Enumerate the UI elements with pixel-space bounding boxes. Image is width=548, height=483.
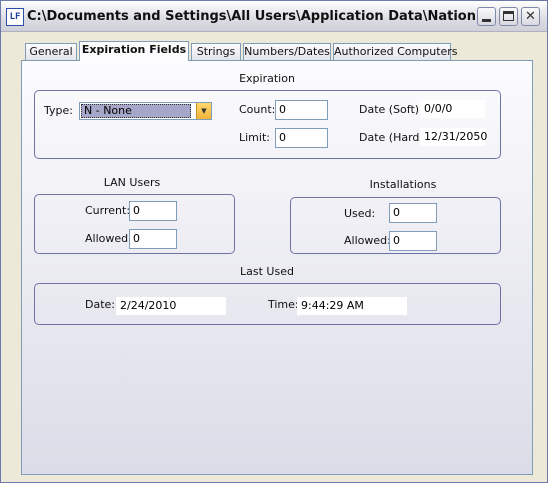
type-selected-value: N - None <box>81 104 191 118</box>
last-used-group: Date: 2/24/2010 Time: 9:44:29 AM <box>34 283 501 325</box>
date-hard-value: 12/31/2050 <box>420 128 487 146</box>
used-label: Used: <box>344 207 376 220</box>
close-button[interactable]: ✕ <box>521 7 540 26</box>
installations-allowed-label: Allowed: <box>344 234 391 247</box>
client-area: General Expiration Fields Strings Number… <box>4 32 544 479</box>
tab-strings[interactable]: Strings <box>191 43 241 60</box>
app-icon: LF <box>6 8 24 26</box>
tab-general[interactable]: General <box>25 43 77 60</box>
current-field[interactable]: 0 <box>129 201 177 221</box>
limit-field[interactable]: 0 <box>275 128 328 148</box>
count-label: Count: <box>239 103 276 116</box>
type-label: Type: <box>44 104 73 117</box>
date-soft-label: Date (Soft): <box>359 103 423 116</box>
date-soft-value: 0/0/0 <box>420 100 485 118</box>
chevron-down-icon[interactable]: ▼ <box>196 103 211 119</box>
tab-numbers-dates[interactable]: Numbers/Dates <box>243 43 331 60</box>
lan-allowed-field[interactable]: 0 <box>129 229 177 249</box>
last-used-caption: Last Used <box>240 265 294 278</box>
last-used-time-value: 9:44:29 AM <box>297 297 407 315</box>
last-used-date-label: Date: <box>85 298 115 311</box>
maximize-icon <box>503 11 514 21</box>
installations-group: Used: 0 Allowed: 0 <box>290 197 501 254</box>
lan-users-caption: LAN Users <box>103 176 161 189</box>
maximize-button[interactable] <box>499 7 518 26</box>
tab-panel: Expiration Type: N - None ▼ Count: 0 Lim… <box>21 60 533 475</box>
expiration-group: Type: N - None ▼ Count: 0 Limit: 0 Date … <box>34 90 501 159</box>
window-title: C:\Documents and Settings\All Users\Appl… <box>27 9 475 24</box>
tab-expiration-fields[interactable]: Expiration Fields <box>79 41 189 61</box>
type-dropdown[interactable]: N - None ▼ <box>79 102 212 120</box>
limit-label: Limit: <box>239 131 270 144</box>
installations-caption: Installations <box>369 178 437 191</box>
lan-users-group: Current: 0 Allowed: 0 <box>34 194 235 254</box>
current-label: Current: <box>85 204 131 217</box>
last-used-time-label: Time: <box>268 298 299 311</box>
date-hard-label: Date (Hard): <box>359 131 428 144</box>
used-field[interactable]: 0 <box>389 203 437 223</box>
count-field[interactable]: 0 <box>275 100 328 120</box>
lan-allowed-label: Allowed: <box>85 232 132 245</box>
minimize-icon <box>482 19 491 22</box>
installations-allowed-field[interactable]: 0 <box>389 231 437 251</box>
last-used-date-value: 2/24/2010 <box>116 297 226 315</box>
expiration-caption: Expiration <box>239 72 295 85</box>
tab-authorized-computers[interactable]: Authorized Computers <box>333 43 458 60</box>
minimize-button[interactable] <box>477 7 496 26</box>
title-bar[interactable]: LF C:\Documents and Settings\All Users\A… <box>1 1 547 32</box>
main-window: LF C:\Documents and Settings\All Users\A… <box>0 0 548 483</box>
close-icon: ✕ <box>525 9 536 24</box>
